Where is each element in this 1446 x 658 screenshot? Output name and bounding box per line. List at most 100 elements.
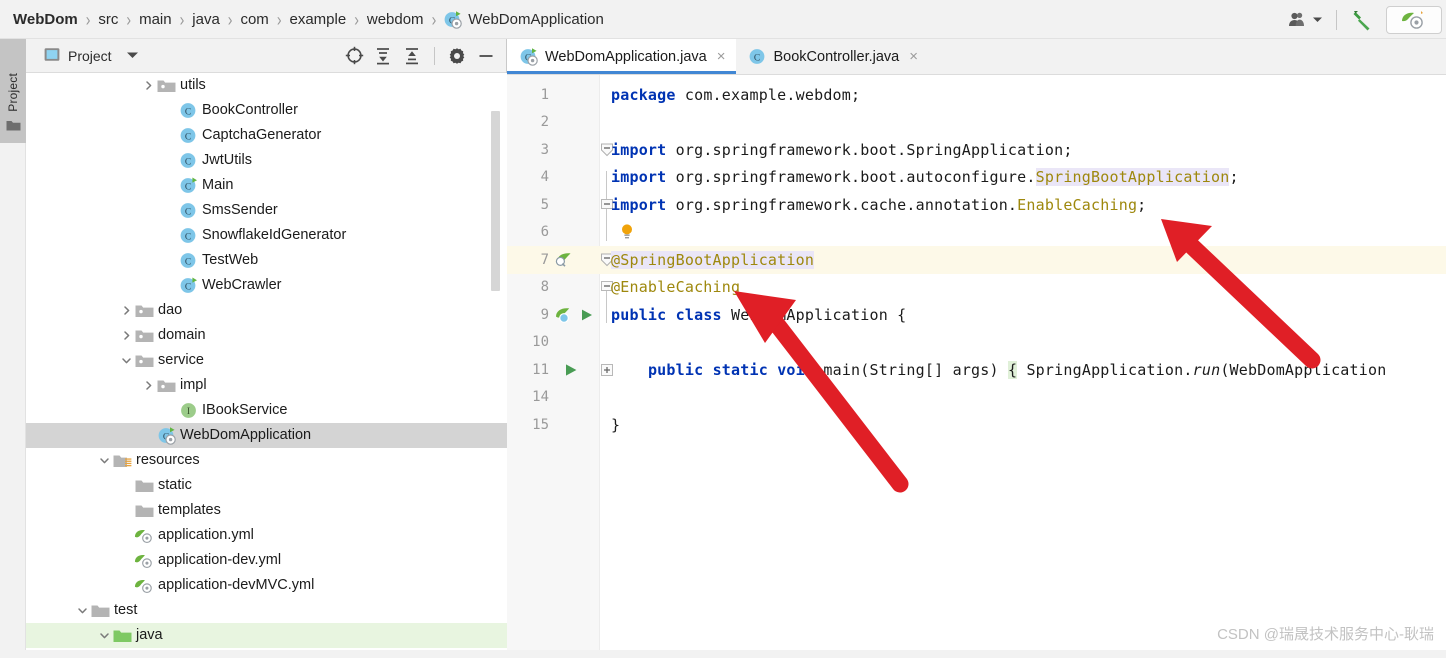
code-token: WebDomApplication { (721, 305, 907, 324)
tree-node-main[interactable]: C Main (26, 173, 507, 198)
tree-node-smssender[interactable]: C SmsSender (26, 198, 507, 223)
tree-expand-toggle[interactable] (140, 380, 156, 391)
code-editor[interactable]: 1 package com.example.webdom; 2 3 import org… (507, 75, 1446, 658)
tree-node-webdomapplication[interactable]: CWebDomApplication (26, 423, 507, 448)
code-line-9[interactable]: 9 public class WebDomApplication { (507, 301, 1446, 329)
line-number: 2 (540, 114, 549, 131)
code-line-2[interactable]: 2 (507, 109, 1446, 137)
code-text: import org.springframework.boot.autoconf… (611, 168, 1239, 187)
code-line-6[interactable]: 6 (507, 219, 1446, 247)
tree-node-application-devmvc-yml[interactable]: application-devMVC.yml (26, 573, 507, 598)
code-token: ; (1137, 195, 1147, 214)
project-panel-actions (344, 46, 500, 66)
close-icon[interactable]: × (717, 48, 726, 65)
chevron-right-icon[interactable] (121, 305, 132, 316)
code-line-3[interactable]: 3 import org.springframework.boot.SpringA… (507, 136, 1446, 164)
code-line-4[interactable]: 4 import org.springframework.boot.autocon… (507, 164, 1446, 192)
tree-node-domain[interactable]: domain (26, 323, 507, 348)
run-configuration-button[interactable] (1386, 5, 1442, 34)
tree-node-java[interactable]: java (26, 623, 507, 648)
breadcrumb-item-main[interactable]: main (138, 11, 173, 28)
code-token: ; (1229, 168, 1239, 187)
user-account-button[interactable] (1282, 5, 1329, 35)
breadcrumb-item-java[interactable]: java (191, 11, 221, 28)
tree-expand-toggle[interactable] (118, 355, 134, 366)
code-line-7[interactable]: 7 @SpringBootApplication (507, 246, 1446, 274)
editor-tab-label: WebDomApplication.java (545, 48, 707, 65)
chevron-down-icon[interactable] (77, 605, 88, 616)
tree-node-label: Main (202, 177, 234, 194)
hide-panel-icon[interactable] (476, 46, 496, 66)
code-line-15[interactable]: 15} (507, 411, 1446, 439)
chevron-down-icon[interactable] (126, 48, 139, 63)
tree-node-test[interactable]: test (26, 598, 507, 623)
sidebar-item-project[interactable]: Project (0, 39, 26, 143)
spring-run-gutter-icon[interactable] (554, 305, 598, 325)
tree-expand-toggle[interactable] (96, 630, 112, 641)
tree-node-testweb[interactable]: C TestWeb (26, 248, 507, 273)
class-icon: C (180, 128, 195, 143)
package-folder-icon (135, 355, 153, 367)
editor-tab-bookcontroller-java[interactable]: C BookController.java × (735, 39, 929, 74)
tree-node-impl[interactable]: impl (26, 373, 507, 398)
project-tree-scrollbar[interactable] (491, 111, 500, 291)
breadcrumb-toolbar: WebDom › src › main › java › com › example › webdom ›… (0, 0, 1446, 39)
code-line-14[interactable]: 14 (507, 384, 1446, 412)
intention-lightbulb-icon[interactable] (619, 223, 635, 241)
gear-icon[interactable] (447, 46, 467, 66)
chevron-right-icon[interactable] (121, 330, 132, 341)
tree-node-application-dev-yml[interactable]: application-dev.yml (26, 548, 507, 573)
collapse-all-icon[interactable] (402, 46, 422, 66)
tree-node-application-yml[interactable]: application.yml (26, 523, 507, 548)
expand-all-icon[interactable] (373, 46, 393, 66)
build-project-button[interactable] (1344, 5, 1380, 35)
tree-expand-toggle[interactable] (74, 605, 90, 616)
code-line-1[interactable]: 1 package com.example.webdom; (507, 81, 1446, 109)
tree-expand-toggle[interactable] (118, 305, 134, 316)
breadcrumb-item-webdom[interactable]: WebDom (12, 11, 79, 28)
tree-node-templates[interactable]: templates (26, 498, 507, 523)
tree-node-jwtutils[interactable]: C JwtUtils (26, 148, 507, 173)
tree-node-webcrawler[interactable]: C WebCrawler (26, 273, 507, 298)
spring-bean-gutter-icon[interactable] (554, 250, 574, 270)
tree-node-resources[interactable]: resources (26, 448, 507, 473)
breadcrumb-item-webdomapplication[interactable]: C WebDomApplication (443, 10, 605, 29)
tree-node-ibookservice[interactable]: I IBookService (26, 398, 507, 423)
code-line-5[interactable]: 5 import org.springframework.cache.annota… (507, 191, 1446, 219)
breadcrumb-item-example[interactable]: example (288, 11, 347, 28)
chevron-down-icon[interactable] (99, 455, 110, 466)
code-line-8[interactable]: 8 @EnableCaching (507, 274, 1446, 302)
tree-expand-toggle[interactable] (140, 80, 156, 91)
chevron-down-icon[interactable] (121, 355, 132, 366)
tree-expand-toggle[interactable] (96, 455, 112, 466)
code-token: public (611, 305, 667, 324)
tree-node-service[interactable]: service (26, 348, 507, 373)
editor-area: C WebDomApplication.java × C BookController.… (507, 39, 1446, 658)
tree-node-dao[interactable]: dao (26, 298, 507, 323)
editor-tab-webdomapplication-java[interactable]: C WebDomApplication.java × (507, 39, 736, 74)
line-number: 4 (540, 169, 549, 186)
code-line-10[interactable]: 10 (507, 329, 1446, 357)
tree-node-static[interactable]: static (26, 473, 507, 498)
close-icon[interactable]: × (909, 48, 918, 65)
tree-node-snowflakeidgenerator[interactable]: C SnowflakeIdGenerator (26, 223, 507, 248)
package-folder-icon (157, 80, 175, 92)
project-file-tree[interactable]: utils C BookController C CaptchaGenerator C Jw… (26, 73, 507, 658)
tree-node-bookcontroller[interactable]: C BookController (26, 98, 507, 123)
breadcrumb-item-com[interactable]: com (239, 11, 269, 28)
scroll-from-source-icon[interactable] (344, 46, 364, 66)
tree-node-captchagenerator[interactable]: C CaptchaGenerator (26, 123, 507, 148)
run-method-gutter-icon[interactable] (563, 361, 579, 379)
code-token: org.springframework.cache.annotation. (666, 195, 1018, 214)
chevron-right-icon[interactable] (143, 80, 154, 91)
chevron-right-icon[interactable] (143, 380, 154, 391)
tree-expand-toggle[interactable] (118, 330, 134, 341)
svg-text:C: C (184, 207, 190, 217)
project-view-icon (44, 47, 60, 65)
breadcrumb-item-webdom[interactable]: webdom (366, 11, 425, 28)
svg-text:C: C (753, 53, 759, 63)
code-line-11[interactable]: 11 public static void main(String[] args… (507, 356, 1446, 384)
breadcrumb-item-src[interactable]: src (97, 11, 119, 28)
tree-node-utils[interactable]: utils (26, 73, 507, 98)
chevron-down-icon[interactable] (99, 630, 110, 641)
